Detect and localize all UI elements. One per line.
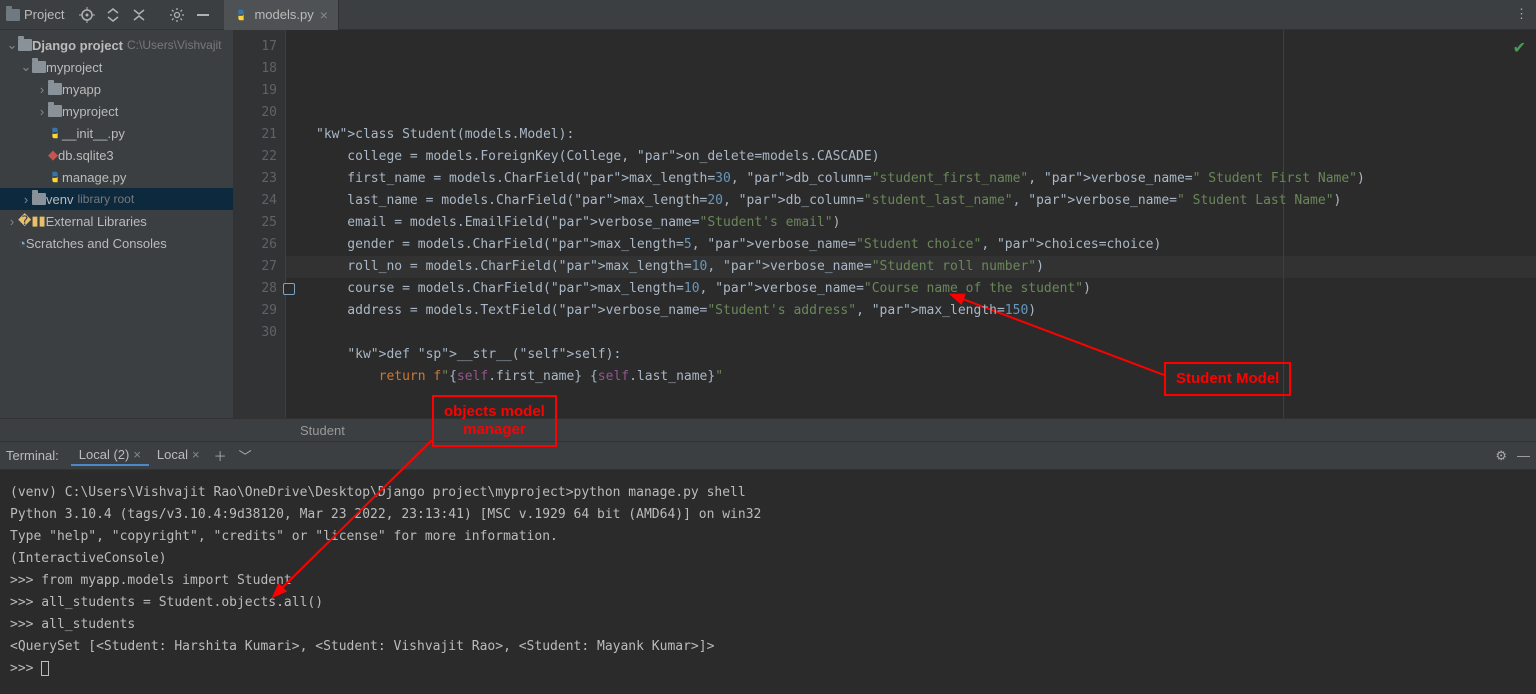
editor-tabs: models.py × (224, 0, 338, 30)
expand-all-icon[interactable] (102, 4, 124, 26)
main-area: ⌄ Django projectC:\Users\Vishvajit⌄ mypr… (0, 30, 1536, 418)
python-file-icon (234, 8, 248, 22)
python-file-icon (48, 170, 62, 184)
tree-item[interactable]: › venvlibrary root (0, 188, 233, 210)
terminal-settings-icon[interactable]: ⚙ (1495, 448, 1507, 464)
tree-item[interactable]: ◔ Scratches and Consoles (0, 232, 233, 254)
folder-icon (48, 83, 62, 95)
settings-icon[interactable] (166, 4, 188, 26)
inspection-ok-icon: ✔ (1513, 38, 1526, 58)
database-icon: ◆ (48, 147, 58, 163)
folder-icon (48, 105, 62, 117)
project-icon (6, 9, 20, 21)
project-label-text: Project (24, 7, 64, 22)
folder-icon (32, 61, 46, 73)
terminal-dropdown-icon[interactable]: ﹀ (239, 446, 252, 465)
tab-models-py[interactable]: models.py × (224, 0, 338, 30)
gutter: 1718192021222324252627282930 (234, 30, 286, 418)
code-editor[interactable]: 1718192021222324252627282930 "kw">class … (234, 30, 1536, 418)
locate-icon[interactable] (76, 4, 98, 26)
close-icon[interactable]: × (320, 7, 328, 23)
hide-icon[interactable] (192, 4, 214, 26)
scratch-icon: ◔ (18, 236, 26, 251)
tree-item[interactable]: manage.py (0, 166, 233, 188)
close-icon[interactable]: × (133, 447, 141, 462)
python-file-icon (48, 126, 62, 140)
terminal-tab[interactable]: Local× (149, 445, 208, 466)
folder-icon (32, 193, 46, 205)
breadcrumb[interactable]: Student (0, 418, 1536, 442)
project-tool-label[interactable]: Project (6, 7, 64, 22)
more-icon[interactable]: ⋮ (1515, 6, 1528, 22)
library-icon: �▮▮ (18, 213, 46, 229)
code-area[interactable]: "kw">class Student(models.Model): colleg… (286, 30, 1536, 418)
tree-item[interactable]: ›�▮▮ External Libraries (0, 210, 233, 232)
add-terminal-icon[interactable]: ＋ (214, 446, 227, 465)
tree-root[interactable]: ⌄ Django projectC:\Users\Vishvajit (0, 34, 233, 56)
terminal-tab[interactable]: Local (2)× (71, 445, 149, 466)
close-icon[interactable]: × (192, 447, 200, 462)
collapse-all-icon[interactable] (128, 4, 150, 26)
tree-item[interactable]: › myproject (0, 100, 233, 122)
terminal-title: Terminal: (6, 448, 59, 463)
tree-item[interactable]: ◆ db.sqlite3 (0, 144, 233, 166)
terminal-header: Terminal: Local (2)×Local× ＋ ﹀ ⚙ — (0, 442, 1536, 470)
tree-item[interactable]: __init__.py (0, 122, 233, 144)
terminal-output[interactable]: (venv) C:\Users\Vishvajit Rao\OneDrive\D… (0, 470, 1536, 694)
tab-label: models.py (254, 7, 313, 22)
folder-icon (18, 39, 32, 51)
topbar: Project models.py × ⋮ (0, 0, 1536, 30)
tree-item[interactable]: ⌄ myproject (0, 56, 233, 78)
tree-item[interactable]: › myapp (0, 78, 233, 100)
breadcrumb-item[interactable]: Student (300, 423, 345, 438)
project-tree[interactable]: ⌄ Django projectC:\Users\Vishvajit⌄ mypr… (0, 30, 234, 418)
terminal-hide-icon[interactable]: — (1517, 448, 1530, 464)
